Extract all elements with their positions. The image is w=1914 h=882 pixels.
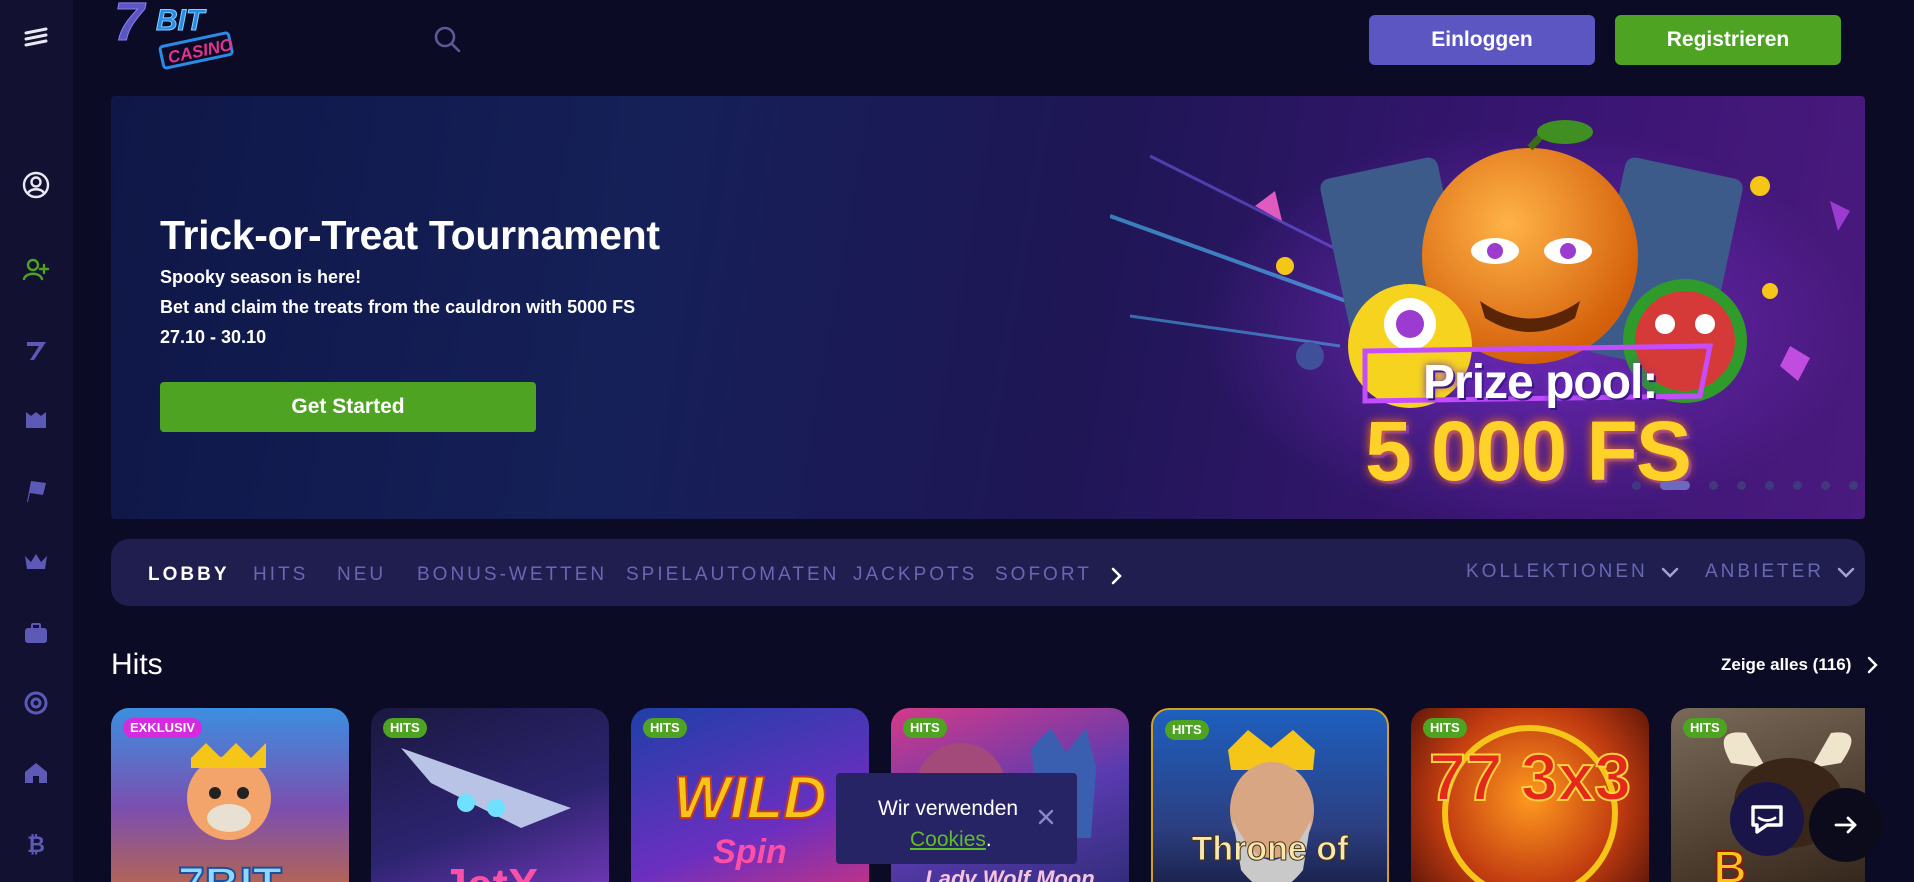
game-tile[interactable]: WILD Spin HITS: [631, 708, 869, 882]
close-icon[interactable]: [1036, 807, 1056, 827]
sidebar: ₿: [0, 0, 73, 882]
banner-description: Bet and claim the treats from the cauldr…: [160, 297, 636, 317]
game-title: Lady Wolf Moon: [925, 866, 1095, 882]
chevron-down-icon: [1837, 567, 1855, 578]
bitcoin-icon[interactable]: ₿: [17, 825, 55, 863]
tab-hits[interactable]: HITS: [253, 564, 308, 586]
collections-label: KOLLEKTIONEN: [1466, 561, 1648, 582]
cookie-message: Wir verwenden: [878, 797, 1019, 820]
game-tile[interactable]: 77 3x3 HITS: [1411, 708, 1649, 882]
search-icon[interactable]: [432, 24, 462, 54]
menu-icon[interactable]: [17, 19, 55, 57]
prize-pool-label: Prize pool:: [1423, 356, 1658, 409]
game-tile[interactable]: 7BIT EXKLUSIV: [111, 708, 349, 882]
game-tile[interactable]: JetX HITS: [371, 708, 609, 882]
briefcase-icon[interactable]: [17, 614, 55, 652]
svg-text:₿: ₿: [27, 832, 45, 857]
cookie-text: Wir verwenden Cookies.: [878, 793, 1018, 855]
carousel-dot[interactable]: [1821, 480, 1830, 490]
carousel-dot[interactable]: [1793, 480, 1802, 490]
tab-sofort[interactable]: SOFORT: [995, 564, 1092, 586]
cookie-link-wrap: Cookies.: [878, 828, 992, 851]
game-badge: HITS: [1423, 718, 1467, 738]
game-subtitle: Spin: [713, 833, 787, 871]
banner-dates: 27.10 - 30.10: [160, 327, 267, 347]
logo[interactable]: 7 BIT CASINO: [114, 0, 244, 78]
chevron-right-icon: [1868, 656, 1879, 674]
crown-icon[interactable]: [17, 543, 55, 581]
chevron-right-icon[interactable]: [1104, 564, 1128, 588]
home-icon[interactable]: [17, 754, 55, 792]
logo-bit: BIT: [156, 4, 207, 37]
section-title: Hits: [111, 648, 163, 681]
logo-seven: 7: [114, 0, 147, 52]
login-button[interactable]: Einloggen: [1369, 15, 1595, 65]
profile-icon[interactable]: [17, 166, 55, 204]
show-all-label: Zeige alles (116): [1721, 655, 1852, 674]
support-icon[interactable]: [17, 684, 55, 722]
game-badge: HITS: [643, 718, 687, 738]
collections-dropdown[interactable]: KOLLEKTIONEN: [1466, 561, 1680, 583]
game-tile[interactable]: Throne of HITS: [1151, 708, 1389, 882]
carousel-dot[interactable]: [1737, 480, 1746, 490]
cookie-notice: Wir verwenden Cookies.: [836, 773, 1077, 864]
carousel-dot[interactable]: [1632, 480, 1641, 490]
game-title: 7BIT: [111, 858, 349, 882]
carousel-dot[interactable]: [1709, 480, 1718, 490]
cookies-link[interactable]: Cookies: [910, 828, 986, 851]
game-title: Throne of: [1191, 830, 1349, 869]
tab-neu[interactable]: NEU: [337, 564, 386, 586]
game-title: JetX: [371, 858, 609, 882]
arrow-right-icon: [1834, 816, 1857, 834]
chevron-down-icon: [1661, 567, 1678, 578]
tab-jackpots[interactable]: JACKPOTS: [853, 564, 977, 586]
tab-bonus-wetten[interactable]: BONUS-WETTEN: [417, 564, 607, 586]
game-badge: EXKLUSIV: [123, 718, 203, 738]
add-user-icon[interactable]: [17, 251, 55, 289]
game-badge: HITS: [903, 718, 947, 738]
providers-dropdown[interactable]: ANBIETER: [1705, 561, 1856, 583]
carousel-dot[interactable]: [1765, 480, 1774, 490]
tournament-icon[interactable]: [17, 401, 55, 439]
carousel-dot[interactable]: [1660, 480, 1690, 490]
game-title: 77 3x3: [1428, 740, 1632, 814]
providers-label: ANBIETER: [1705, 561, 1825, 582]
banner-subtitle: Spooky season is here!: [160, 267, 362, 287]
race-flag-icon[interactable]: [17, 472, 55, 510]
get-started-button[interactable]: Get Started: [160, 382, 536, 432]
tab-lobby[interactable]: LOBBY: [148, 564, 230, 586]
game-badge: HITS: [1165, 720, 1209, 740]
cookie-suffix: .: [985, 828, 992, 851]
show-all-link[interactable]: Zeige alles (116): [1721, 654, 1883, 676]
register-button[interactable]: Registrieren: [1615, 15, 1841, 65]
game-badge: HITS: [383, 718, 427, 738]
carousel-dot[interactable]: [1849, 480, 1858, 490]
game-title: WILD: [672, 763, 827, 832]
banner-title: Trick-or-Treat Tournament: [160, 212, 660, 258]
chat-icon: [1751, 805, 1783, 834]
forward-button[interactable]: [1809, 788, 1883, 862]
tab-spielautomaten[interactable]: SPIELAUTOMATEN: [626, 564, 839, 586]
game-badge: HITS: [1683, 718, 1727, 738]
carousel-dots: [1632, 479, 1877, 491]
chat-button[interactable]: [1730, 782, 1804, 856]
brand-icon[interactable]: [17, 331, 55, 369]
